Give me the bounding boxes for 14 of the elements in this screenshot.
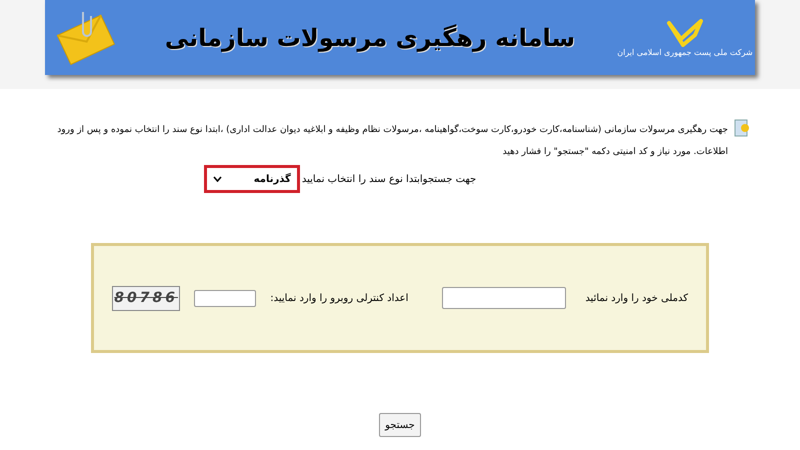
doc-type-label: جهت جستجوابتدا نوع سند را انتخاب نمایید bbox=[302, 172, 476, 186]
company-name: شرکت ملی پست جمهوری اسلامی ایران bbox=[617, 46, 753, 58]
search-button[interactable]: جستجو bbox=[379, 413, 421, 437]
page-title: سامانه رهگیری مرسولات سازمانی bbox=[164, 22, 576, 54]
logo-icon bbox=[665, 16, 705, 46]
captcha-image: 80786 bbox=[112, 286, 180, 310]
chevron-icon bbox=[212, 176, 222, 182]
instructions-text: جهت رهگیری مرسولات سازمانی (شناسنامه،کارت خودرو،کارت سوخت،گواهینامه ،مرسولات نظام وظیفه و ابلاغیه دیوان عدالت اداری) ،ابتدا نوع سند را انتخاب نموده و پس از ورود اطلاعات. مورد نیاز و کد امنیتی دکمه "جستجو" را فشار دهید bbox=[56, 123, 728, 159]
national-code-field[interactable] bbox=[442, 287, 566, 309]
doc-type-select[interactable]: گذرنامه bbox=[204, 165, 300, 193]
national-code-label: کدملی خود را وارد نمائید bbox=[584, 292, 688, 306]
captcha-field[interactable] bbox=[194, 290, 256, 306]
info-icon bbox=[734, 119, 750, 137]
captcha-label: اعداد کنترلی روبرو را وارد نمایید: bbox=[270, 292, 408, 306]
